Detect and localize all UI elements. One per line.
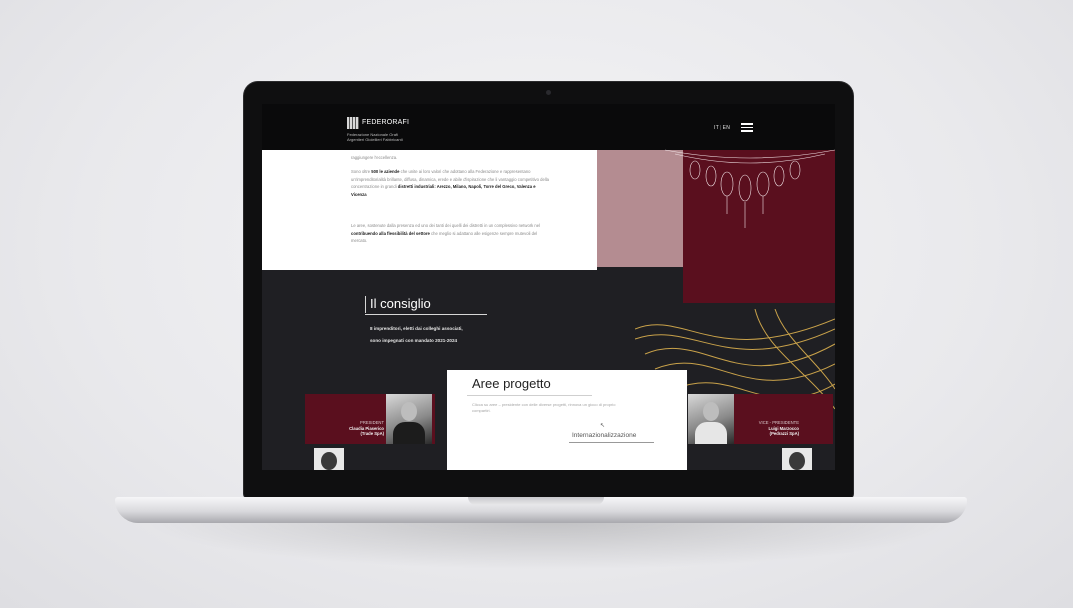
- brand-tagline-2: Argentieri Gioiellieri Fabbricanti: [347, 137, 403, 142]
- laptop-bezel: FEDERORAFI Federazione Nazionale Orafi A…: [244, 82, 853, 498]
- aree-progetto-card: Aree progetto Clicca su aree – president…: [447, 370, 687, 470]
- consiglio-subtitle-1: 8 imprenditori, eletti dai colleghi asso…: [370, 326, 463, 331]
- tab-underline: [569, 442, 654, 443]
- intro-p2-text: Sono oltre: [351, 169, 372, 174]
- board-member-photo[interactable]: [782, 448, 812, 470]
- lace-jewelry-illustration: [664, 149, 835, 228]
- tab-internazionalizzazione[interactable]: Internazionalizzazione: [572, 432, 636, 439]
- laptop-shadow: [140, 520, 960, 570]
- website-screen: FEDERORAFI Federazione Nazionale Orafi A…: [262, 104, 835, 470]
- consiglio-accent-bar: [365, 296, 366, 313]
- intro-paragraph-3: Le aree, sostenute dalla presenza ed uno…: [351, 222, 551, 245]
- brand-name[interactable]: FEDERORAFI: [362, 119, 409, 126]
- vice-president-company: (Pedrazzi SpA): [769, 431, 799, 436]
- camera-icon: [546, 90, 551, 95]
- laptop-notch: [468, 497, 604, 505]
- lang-en-link[interactable]: EN: [723, 125, 731, 131]
- intro-paragraph-1: raggiungere l'eccellenza.: [351, 155, 398, 160]
- consiglio-heading: Il consiglio: [370, 296, 431, 311]
- intro-section: raggiungere l'eccellenza. Sono oltre 500…: [262, 150, 597, 270]
- aree-underline: [467, 395, 592, 396]
- vice-president-photo: [688, 394, 734, 444]
- intro-p3-highlight: contribuendo alla flessibilità del setto…: [351, 230, 430, 236]
- intro-p2-highlight: 500 le aziende: [371, 169, 400, 174]
- aree-progetto-heading: Aree progetto: [472, 376, 551, 391]
- president-photo: [386, 394, 432, 444]
- hamburger-icon[interactable]: [741, 123, 753, 132]
- aree-description: Clicca su aree – presidente con delle di…: [472, 402, 616, 413]
- board-member-photo[interactable]: [314, 448, 344, 470]
- mouse-cursor-icon: ↖: [600, 423, 606, 429]
- federorafi-logo-icon[interactable]: [347, 117, 359, 129]
- language-switcher: IT|EN: [714, 125, 730, 131]
- consiglio-underline: [365, 314, 487, 315]
- consiglio-subtitle-2: sono impegnati con mandato 2021-2024: [370, 338, 458, 343]
- president-info: PRESIDENT Claudia Piaserico (Trade SpA): [322, 420, 384, 437]
- intro-paragraph-2: Sono oltre 500 le aziende che unite ai l…: [351, 168, 551, 198]
- vice-president-info: VICE - PRESIDENTE Luigi Marzocco (Pedraz…: [737, 420, 799, 437]
- intro-p3-text: Le aree, sostenute dalla presenza ed uno…: [351, 223, 541, 228]
- president-company: (Trade SpA): [360, 431, 385, 436]
